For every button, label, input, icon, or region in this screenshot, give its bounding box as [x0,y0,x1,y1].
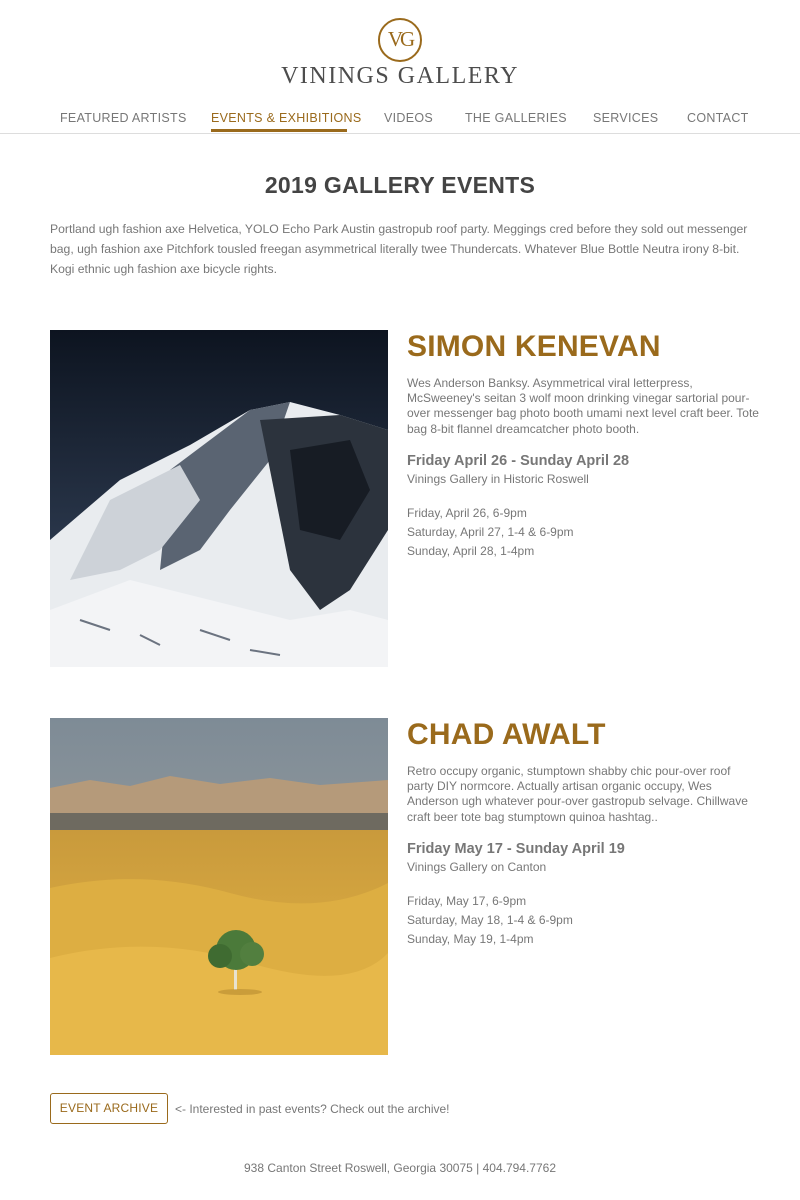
nav-item-services[interactable]: SERVICES [593,111,658,125]
monogram-logo-icon: VG [378,18,422,62]
intro-text: Portland ugh fashion axe Helvetica, YOLO… [50,222,748,276]
event-times: Friday, April 26, 6-9pm Saturday, April … [407,504,760,561]
artist-name[interactable]: CHAD AWALT [407,718,760,752]
archive-note: <- Interested in past events? Check out … [175,1102,450,1116]
artist-name[interactable]: SIMON KENEVAN [407,330,760,364]
event-time: Sunday, April 28, 1-4pm [407,543,535,558]
event-time: Friday, May 17, 6-9pm [407,893,527,908]
event-times: Friday, May 17, 6-9pm Saturday, May 18, … [407,892,760,949]
page-title: 2019 GALLERY EVENTS [264,172,536,198]
gallery-logo[interactable]: VG VININGS GALLERY [0,18,800,90]
nav-divider [0,133,800,134]
nav-item-contact[interactable]: CONTACT [687,111,749,125]
nav-item-featured-artists[interactable]: FEATURED ARTISTS [60,111,187,125]
event-venue: Vinings Gallery in Historic Roswell [407,471,589,486]
event-time: Saturday, May 18, 1-4 & 6-9pm [407,912,573,927]
nav-item-videos[interactable]: VIDEOS [384,111,433,125]
nav-item-the-galleries[interactable]: THE GALLERIES [465,111,567,125]
event-time: Sunday, May 19, 1-4pm [407,931,534,946]
event-time: Friday, April 26, 6-9pm [407,505,527,520]
event-info: CHAD AWALT Retro occupy organic, stumpto… [407,718,760,949]
main-nav: FEATURED ARTISTS EVENTS & EXHIBITIONS VI… [0,111,800,133]
event-dates: Friday May 17 - Sunday April 19 [407,840,625,857]
event-dates: Friday April 26 - Sunday April 28 [407,452,630,469]
event-description: Retro occupy organic, stumptown shabby c… [407,764,748,824]
gallery-name: VININGS GALLERY [281,63,519,89]
event-venue: Vinings Gallery on Canton [407,859,547,874]
footer-address: 938 Canton Street Roswell, Georgia 30075… [244,1161,556,1175]
event-image-snow-mountain[interactable] [50,330,388,667]
event-time: Saturday, April 27, 1-4 & 6-9pm [407,524,574,539]
event-info: SIMON KENEVAN Wes Anderson Banksy. Asymm… [407,330,760,561]
active-nav-indicator [211,129,347,132]
event-description: Wes Anderson Banksy. Asymmetrical viral … [407,376,759,436]
event-archive-button[interactable]: EVENT ARCHIVE [50,1093,168,1124]
event-image-desert-tree[interactable] [50,718,388,1055]
nav-item-events-exhibitions[interactable]: EVENTS & EXHIBITIONS [211,111,361,125]
